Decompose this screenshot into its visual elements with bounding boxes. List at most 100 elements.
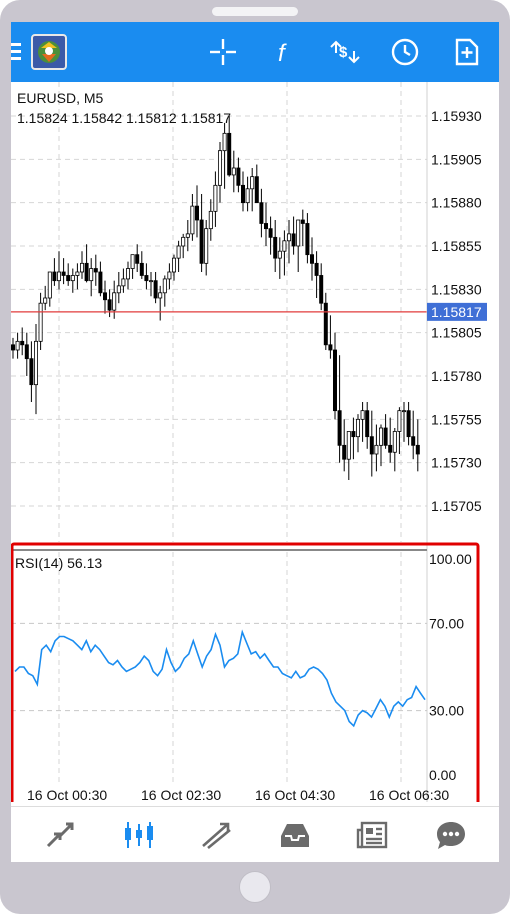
candle-body (309, 254, 314, 264)
candle-body (116, 285, 121, 294)
candle-body (392, 431, 397, 453)
candle-body (337, 410, 342, 446)
candle-body (47, 271, 52, 299)
candle-body (208, 210, 213, 230)
candle-body (29, 358, 34, 386)
candle-body (273, 236, 278, 259)
rsi-label: RSI(14) 56.13 (15, 555, 102, 571)
candle-body (24, 344, 29, 360)
speaker-grille (212, 7, 298, 16)
new-order-icon[interactable] (449, 34, 485, 70)
symbols-icon[interactable]: $ (327, 34, 363, 70)
candle-body (126, 268, 131, 280)
rsi-axis: 100.00 70.00 30.00 0.00 (429, 551, 472, 783)
time-axis-label: 16 Oct 06:30 (369, 787, 449, 802)
timeframe-icon[interactable] (387, 34, 423, 70)
candle-body (360, 410, 365, 420)
candle-body (351, 431, 356, 438)
metatrader-logo-icon[interactable] (31, 34, 67, 70)
candle-body (222, 132, 227, 152)
rsi-line (14, 629, 426, 728)
candle-body (305, 223, 310, 256)
candle-body (57, 271, 62, 282)
price-level-label: 1.15705 (431, 498, 482, 514)
candle-body (162, 278, 167, 294)
news-icon[interactable] (353, 817, 393, 853)
candle-body (388, 444, 393, 453)
candle-body (300, 219, 305, 224)
candle-body (144, 275, 149, 282)
candle-body (259, 202, 264, 224)
trade-icon[interactable] (197, 817, 237, 853)
candle-body (135, 254, 140, 264)
chart-area[interactable]: 1.15930 1.15905 1.15880 1.15855 1.15830 1.158… (11, 82, 499, 802)
candle-body (107, 299, 112, 311)
candle-body (250, 176, 255, 190)
price-level-label: 1.15855 (431, 238, 482, 254)
candle-body (84, 262, 89, 282)
candle-body (70, 275, 75, 282)
candle-body (158, 292, 163, 299)
candle-body (342, 444, 347, 460)
candle-body (415, 444, 420, 455)
candle-body (11, 344, 15, 351)
candle-body (227, 132, 232, 176)
candle-body (190, 205, 195, 235)
candle-body (176, 245, 181, 259)
bottom-navigation (11, 806, 499, 862)
price-level-label: 1.15755 (431, 411, 482, 427)
history-icon[interactable] (275, 817, 315, 853)
chart-tab-icon[interactable] (119, 817, 159, 853)
hamburger-icon[interactable] (11, 43, 21, 64)
candle-body (240, 184, 245, 204)
price-level-label: 1.15830 (431, 281, 482, 297)
price-level-label: 1.15880 (431, 195, 482, 211)
price-level-label: 1.15730 (431, 455, 482, 471)
candle-body (355, 418, 360, 438)
candle-body (167, 271, 172, 280)
candle-body (411, 436, 416, 446)
indicators-icon[interactable]: f (267, 34, 303, 70)
rsi-highlight-box (11, 542, 480, 802)
candle-body (33, 340, 38, 386)
time-axis-label: 16 Oct 00:30 (27, 787, 107, 802)
rsi-level-label: 100.00 (429, 551, 472, 567)
crosshair-icon[interactable] (205, 34, 241, 70)
price-level-label: 1.15780 (431, 368, 482, 384)
candle-body (369, 436, 374, 455)
candle-body (121, 278, 126, 287)
candle-body (38, 302, 43, 342)
candle-body (254, 176, 259, 204)
candle-body (277, 250, 282, 259)
candle-body (296, 219, 301, 247)
rsi-level-label: 0.00 (429, 767, 456, 783)
candle-body (171, 257, 176, 273)
candle-body (378, 427, 383, 446)
candle-body (153, 280, 158, 299)
candle-body (43, 297, 48, 304)
candle-body (374, 444, 379, 455)
candle-body (181, 236, 186, 247)
candle-body (98, 271, 103, 294)
candle-body (397, 410, 402, 432)
candle-body (204, 228, 209, 264)
candle-body (406, 410, 411, 438)
app-screen: f $ 1.15930 1.15905 1.15880 1.15855 1.15… (11, 22, 499, 862)
candle-body (217, 150, 222, 186)
candlestick-series (11, 116, 420, 480)
candle-body (383, 427, 388, 446)
quotes-icon[interactable] (41, 817, 81, 853)
candle-body (61, 271, 66, 276)
home-button[interactable] (239, 871, 271, 903)
time-axis: 16 Oct 00:30 16 Oct 02:30 16 Oct 04:30 16 O… (27, 787, 449, 802)
candle-body (268, 228, 273, 238)
current-price-label: 1.15817 (431, 304, 482, 320)
candle-body (323, 302, 328, 346)
chat-icon[interactable] (431, 817, 471, 853)
candle-body (213, 184, 218, 212)
candle-body (15, 340, 20, 351)
price-level-label: 1.15805 (431, 325, 482, 341)
candle-body (286, 233, 291, 242)
candle-body (139, 262, 144, 276)
candle-body (52, 271, 57, 282)
